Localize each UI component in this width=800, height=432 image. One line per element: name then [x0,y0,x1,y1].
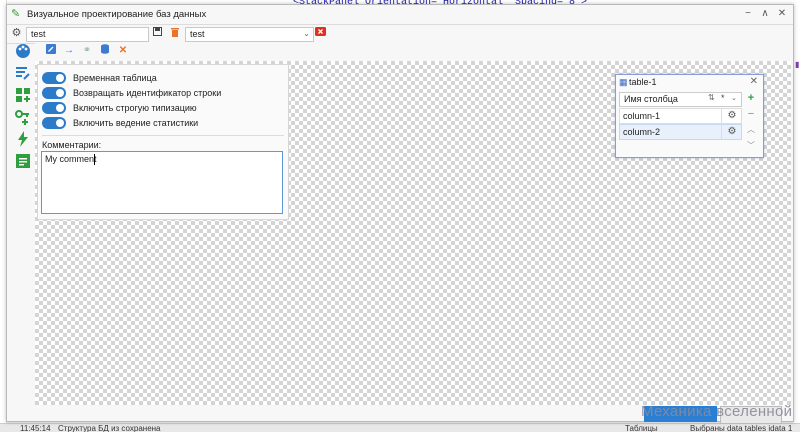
column-row[interactable]: column-1 ⚙ [619,108,742,124]
toggle-label: Возвращать идентификатор строки [73,88,222,98]
app-icon: ✎ [11,8,21,20]
table-name: table-1 [629,77,657,87]
dialog-title: Визуальное проектирование баз данных [27,9,207,20]
toggle-label: Временная таблица [73,73,157,83]
remove-icon[interactable] [314,27,327,40]
arrow-down-icon[interactable]: ﹀ [744,140,758,152]
toggle-label: Включить строгую типизацию [73,103,197,113]
lightning-icon[interactable] [13,131,33,151]
project-value: test [31,29,46,39]
save-icon[interactable] [151,27,164,40]
watermark: Механика вселенной [641,403,793,420]
column-header-label: Имя столбца [624,94,678,104]
plus-icon[interactable]: + [744,92,758,104]
comment-textarea[interactable]: My comment [41,151,283,214]
column-name: column-1 [623,111,661,121]
column-row[interactable]: column-2 ⚙ [619,124,742,140]
chevron-down-icon[interactable]: ⌄ [731,94,737,102]
toggle-label: Включить ведение статистики [73,118,199,128]
gear-icon[interactable]: ⚙ [721,108,742,123]
maximize-button[interactable]: ∧ [758,7,772,21]
table-node-window[interactable]: ▦ table-1 ✕ Имя столбца ⇅ * ⌄ column-1 ⚙… [615,74,764,158]
table-properties-panel: Временная таблица Возвращать идентификат… [37,64,289,220]
arrow-up-icon[interactable]: ︿ [744,124,758,136]
project-input[interactable]: test [26,27,149,42]
key-add-icon[interactable] [13,109,33,129]
palette-icon[interactable] [13,43,33,63]
divider [42,135,284,136]
column-name: column-2 [623,127,661,137]
sort-icon[interactable]: ⇅ [708,93,715,102]
list-edit-icon[interactable] [13,65,33,85]
close-window-button[interactable]: ✕ [775,7,789,21]
arrow-right-icon[interactable]: → [62,44,76,58]
link-icon[interactable]: ⚭ [80,44,94,58]
gear-icon[interactable]: ⚙ [721,124,742,139]
dialog-titlebar: ✎ Визуальное проектирование баз данных −… [7,5,793,23]
schema-value: test [190,29,205,39]
designer-sidebar [11,43,35,183]
trash-icon[interactable] [168,27,181,40]
comment-icon[interactable] [13,153,33,173]
main-toolbar: ⚙ test test ⌄ [7,24,793,44]
minus-icon[interactable]: − [744,108,758,120]
column-header: Имя столбца ⇅ * ⌄ [619,92,742,107]
database-icon[interactable] [98,44,112,58]
close-icon[interactable]: ✕ [750,76,758,87]
table-icon: ▦ [619,77,628,87]
table-node-titlebar[interactable]: ▦ table-1 ✕ [616,75,763,89]
toggle-switch[interactable] [42,117,66,129]
background-right-gutter: ▮ [794,0,800,431]
filter-icon[interactable]: * [721,93,725,103]
toggle-switch[interactable] [42,87,66,99]
design-toolbar: → ⚭ ✕ [35,43,793,60]
schema-select[interactable]: test ⌄ [185,27,314,42]
edit-icon[interactable] [44,44,58,58]
comment-label: Комментарии: [42,140,102,150]
gear-icon[interactable]: ⚙ [10,27,23,40]
text-caret [94,154,95,165]
design-dialog: ✎ Визуальное проектирование баз данных −… [6,4,794,422]
toggle-switch[interactable] [42,72,66,84]
close-icon[interactable]: ✕ [116,44,130,58]
toggle-switch[interactable] [42,102,66,114]
minimize-button[interactable]: − [741,7,755,21]
grid-add-icon[interactable] [13,87,33,107]
comment-value: My comment [45,154,97,164]
chevron-down-icon: ⌄ [303,29,310,38]
